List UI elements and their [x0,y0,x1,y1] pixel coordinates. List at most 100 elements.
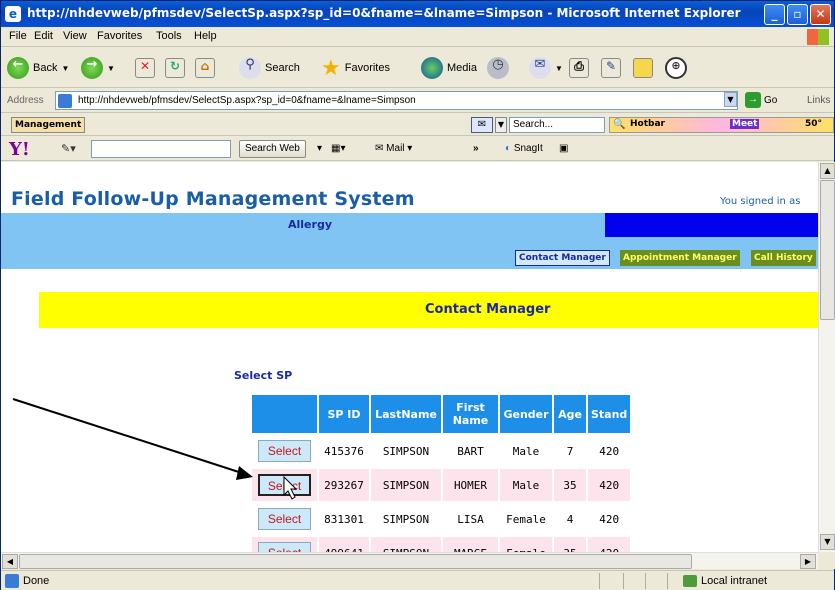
table-row: Select 499641 SIMPSON MARGE Female 35 42… [252,537,631,552]
cell-firstname: BART [443,435,498,467]
menu-favorites[interactable]: Favorites [97,30,142,42]
status-divider [599,573,600,589]
header-blue-block [605,213,818,237]
center-name: Allergy [288,218,332,231]
chevron-down-icon[interactable]: ▾ [317,143,322,154]
refresh-button[interactable]: ↻ [165,56,185,80]
folder-icon [633,58,653,78]
weather-temp: 50° [805,119,823,129]
go-arrow-icon: → [745,92,761,108]
menu-edit[interactable]: Edit [34,30,53,42]
close-button[interactable]: ✕ [810,4,831,25]
select-button[interactable]: Select [258,440,311,462]
scroll-up-icon[interactable]: ▲ [820,163,835,179]
print-button[interactable]: ⎙ [569,56,589,80]
messenger-button[interactable]: ⊕ [665,56,687,80]
cell-stand: 420 [588,537,631,552]
yahoo-search-input[interactable] [91,140,231,158]
horizontal-scroll-thumb[interactable] [19,554,692,569]
pencil-icon[interactable]: ✎▾ [61,142,76,155]
more-button[interactable]: » [473,143,479,154]
select-button[interactable]: Select [258,542,311,552]
links-button[interactable]: Links [807,95,830,106]
cell-age: 35 [554,537,586,552]
cell-sp-id: 499641 [319,537,369,552]
maximize-button[interactable]: ▫ [787,4,808,25]
search-dropdown-button[interactable]: ▼ [495,117,507,133]
envelope-icon[interactable]: ✉ [471,117,493,133]
chevron-down-icon: ▼ [61,63,70,73]
nav-tabs: Contact Manager Appointment Manager Call… [1,247,818,269]
refresh-icon: ↻ [165,58,185,78]
search-button[interactable]: ⚲ Search [239,56,300,80]
management-toolbar: Management ✉ ▼ Search... 🔍 Hotbar Meet 5… [1,114,834,136]
table-row: Select 831301 SIMPSON LISA Female 4 420 [252,503,631,535]
cell-stand: 420 [588,503,631,535]
history-button[interactable]: ◷ [487,56,509,80]
table-row: Select 293267 SIMPSON HOMER Male 35 420 [252,469,631,501]
tab-appointment-manager[interactable]: Appointment Manager [620,250,740,266]
scroll-down-icon[interactable]: ▼ [820,534,835,550]
status-text: Done [23,575,50,587]
col-header-lastname: LastName [371,395,441,433]
windows-logo-icon [807,29,829,45]
magnifier-icon: 🔍 [613,119,626,130]
scroll-corner [818,552,835,569]
section-banner: Contact Manager [39,292,818,328]
home-icon: ⌂ [195,58,215,78]
stop-button[interactable]: ✕ [135,56,155,80]
select-button[interactable]: Select [258,474,311,496]
scroll-left-icon[interactable]: ◀ [2,554,18,569]
snagit-label: SnagIt [513,143,543,154]
home-button[interactable]: ⌂ [195,56,215,80]
hotbar[interactable]: 🔍 Hotbar Meet 50° [609,117,834,133]
media-label: Media [447,62,477,74]
col-header-gender: Gender [500,395,552,433]
yahoo-mail-button[interactable]: ✉ Mail ▾ [375,143,412,154]
window-title: http://nhdevweb/pfmsdev/SelectSp.aspx?sp… [27,6,741,20]
address-input[interactable]: http://nhdevweb/pfmsdev/SelectSp.aspx?sp… [55,91,738,110]
go-button[interactable]: → Go [745,92,777,108]
col-header-firstname: First Name [443,395,498,433]
media-button[interactable]: Media [421,56,477,80]
cell-sp-id: 415376 [319,435,369,467]
menu-help[interactable]: Help [194,30,217,42]
menu-tools[interactable]: Tools [156,30,182,42]
meet-button[interactable]: Meet [730,119,760,129]
back-button[interactable]: ← Back ▼ [7,56,69,80]
hotbar-label: Hotbar [630,119,665,129]
page-icon [58,94,72,108]
vertical-scrollbar[interactable]: ▲ ▼ [818,162,835,552]
chevron-down-icon: ▼ [555,63,563,73]
col-header-age: Age [554,395,586,433]
yahoo-logo[interactable]: Y! [9,139,30,160]
scroll-right-icon[interactable]: ▶ [800,554,816,569]
snagit-window-icon[interactable]: ▣ [559,143,568,154]
search-web-button[interactable]: Search Web [239,140,306,158]
toolbar-search-input[interactable]: Search... [509,117,605,133]
cell-firstname: MARGE [443,537,498,552]
tab-call-history[interactable]: Call History [751,250,816,266]
chevron-down-icon: ▼ [107,63,115,73]
minimize-button[interactable]: _ [764,4,785,25]
cell-lastname: SIMPSON [371,469,441,501]
col-header-stand: Stand [588,395,631,433]
horizontal-scrollbar[interactable]: ◀ ▶ [1,552,818,569]
intranet-icon [683,575,697,587]
vertical-scroll-thumb[interactable] [820,180,835,320]
bookmark-icon[interactable]: ▦▾ [331,143,345,154]
management-button[interactable]: Management [11,117,86,133]
edit-button[interactable]: ✎ [601,56,621,80]
discuss-button[interactable] [633,56,653,80]
cell-gender: Female [500,503,552,535]
favorites-button[interactable]: ★ Favorites [321,55,390,80]
address-dropdown-button[interactable]: ▼ [724,92,737,107]
menu-view[interactable]: View [63,30,87,42]
select-button[interactable]: Select [258,508,311,530]
snagit-button[interactable]: ◐ SnagIt [505,143,543,154]
menu-file[interactable]: File [9,30,27,42]
mail-button[interactable]: ✉ ▼ [529,56,563,80]
tab-contact-manager[interactable]: Contact Manager [515,250,610,266]
cell-lastname: SIMPSON [371,503,441,535]
forward-button[interactable]: → ▼ [81,56,115,80]
